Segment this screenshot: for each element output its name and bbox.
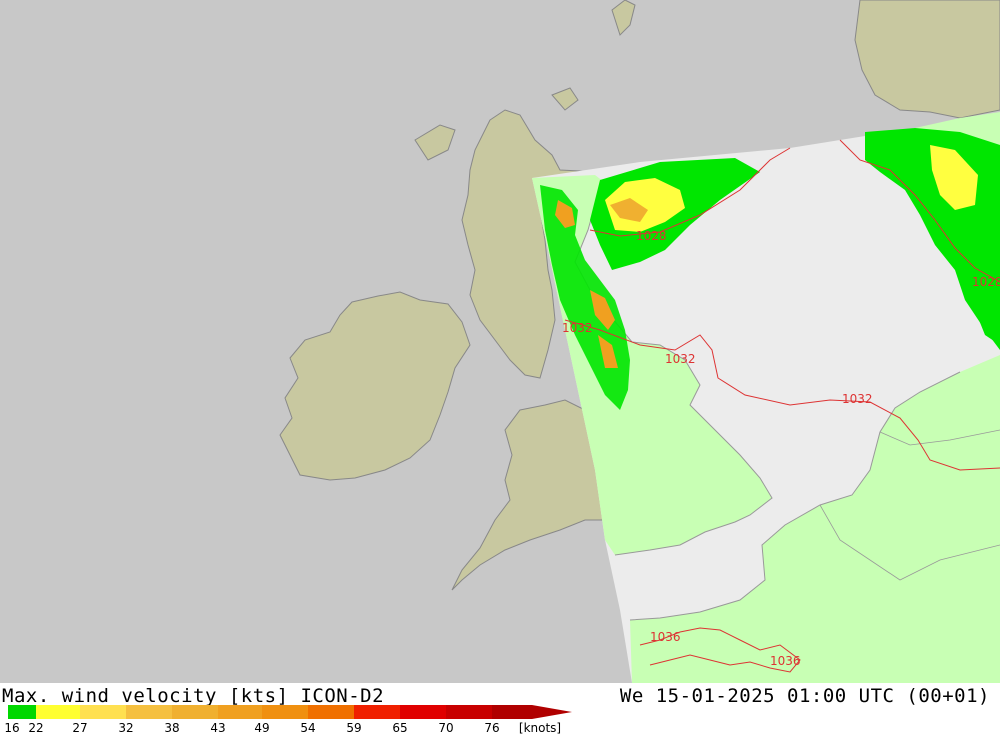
isobar-label: 1032 [665,352,696,366]
legend-swatch [172,705,218,719]
isobar-label: 1036 [650,630,681,644]
map-footer: Max. wind velocity [kts] ICON-D2 We 15-0… [0,683,1000,735]
color-legend: 16 22 27 32 38 43 49 54 59 65 70 76 [knots] [0,705,572,735]
isobar-label: 1028 [636,229,667,243]
legend-swatch [492,705,532,719]
legend-swatch [80,705,126,719]
wind-map: 1028 1028 1032 1032 1032 1036 1036 [0,0,1000,683]
legend-swatch [126,705,172,719]
legend-arrow [532,705,572,719]
isobar-label: 1028 [972,275,1000,289]
isobar-label: 1036 [770,654,801,668]
legend-swatch [446,705,492,719]
product-title: Max. wind velocity [kts] ICON-D2 [2,685,385,707]
legend-swatch [36,705,80,719]
legend-swatch [308,705,354,719]
legend-swatch [8,705,36,719]
legend-swatch [218,705,262,719]
legend-swatch [262,705,308,719]
isobar-label: 1032 [842,392,873,406]
isobar-label: 1032 [562,321,593,335]
valid-time: We 15-01-2025 01:00 UTC (00+01) [619,685,990,707]
legend-swatch [400,705,446,719]
legend-swatch [354,705,400,719]
